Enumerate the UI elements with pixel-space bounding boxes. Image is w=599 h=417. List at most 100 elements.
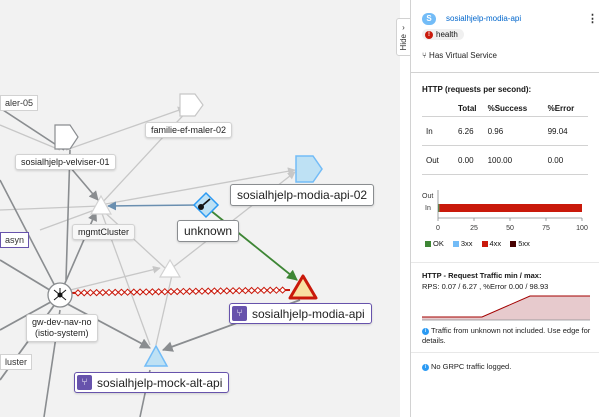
table-row: Out 0.00 100.00 0.00 — [422, 145, 588, 175]
grpc-info-text: No GRPC traffic logged. — [431, 362, 512, 371]
table-header: %Error — [546, 100, 588, 117]
error-particle — [142, 288, 150, 296]
table-header: %Success — [486, 100, 547, 117]
sparkline-area — [422, 296, 590, 320]
health-badge[interactable]: ! health — [422, 29, 464, 40]
bar-tick-label: 25 — [470, 225, 478, 232]
legend-item-5xx: 5xx — [510, 239, 530, 248]
error-particle — [210, 287, 219, 295]
table-header — [422, 100, 457, 117]
error-particle — [241, 286, 250, 295]
error-particle — [154, 288, 163, 296]
node-label-unknown[interactable]: unknown — [177, 220, 240, 242]
table-header: Total — [457, 100, 487, 117]
table-cell: 0.96 — [486, 116, 547, 146]
divider — [411, 262, 599, 263]
error-particle — [235, 286, 243, 295]
error-particle — [136, 288, 144, 296]
virtual-service-label: Has Virtual Service — [429, 51, 497, 60]
panel-title-link[interactable]: sosialhjelp-modia-api — [446, 14, 521, 23]
error-particle — [111, 288, 119, 297]
table-cell: Out — [422, 145, 457, 175]
graph-edges — [0, 93, 323, 417]
error-particle — [86, 288, 95, 297]
http-section-title: HTTP (requests per second): — [422, 85, 532, 94]
legend-swatch — [452, 241, 459, 248]
error-particle — [105, 288, 113, 297]
bar-segment-in-4xx — [439, 204, 582, 212]
bar-tick-label: 0 — [436, 225, 440, 232]
legend-swatch — [425, 241, 431, 248]
error-particle — [198, 287, 206, 295]
famille-node[interactable] — [179, 93, 204, 117]
error-particle — [173, 287, 181, 296]
gateway-label-namespace: (istio-system) — [35, 328, 89, 338]
legend-item-ok: OK — [425, 239, 444, 248]
table-cell: 0.00 — [457, 145, 487, 175]
mgmt-cluster-node[interactable] — [89, 194, 113, 215]
chevron-right-icon: › — [402, 23, 405, 33]
error-particle — [260, 286, 268, 295]
node-label-mgmt-cluster[interactable]: mgmtCluster — [72, 224, 136, 240]
error-particle — [74, 289, 82, 297]
node-label-modia-api[interactable]: ⑂ sosialhjelp-modia-api — [229, 303, 372, 324]
error-particle — [117, 288, 126, 296]
table-header-row: Total %Success %Error — [422, 100, 588, 117]
velviser-node[interactable] — [54, 124, 79, 150]
service-graph[interactable]: aler-05 familie-ef-maler-02 sosialhjelp-… — [0, 0, 400, 417]
node-label-asyn[interactable]: asyn — [0, 232, 30, 248]
health-label: health — [436, 30, 458, 39]
node-label-mock-alt-api[interactable]: ⑂ sosialhjelp-mock-alt-api — [74, 372, 230, 393]
error-particle — [247, 286, 256, 295]
rps-status-bar-chart: Out In 0 25 50 75 100 — [422, 190, 588, 232]
error-particle — [179, 287, 188, 296]
virtual-service-icon: ⑂ — [232, 306, 247, 321]
error-circle-icon: ! — [425, 30, 433, 39]
node-label-cluster[interactable]: luster — [0, 354, 33, 370]
info-icon: i — [422, 327, 429, 335]
bar-tick-label: 50 — [506, 225, 514, 232]
node-label-velviser[interactable]: sosialhjelp-velviser-01 — [15, 154, 116, 170]
kebab-menu-icon[interactable]: ⋮ — [587, 12, 598, 25]
service-badge: S — [422, 13, 436, 25]
bar-row-label: In — [425, 205, 431, 212]
legend-label: 3xx — [460, 239, 473, 248]
modia-api-node[interactable] — [288, 274, 318, 300]
node-label-modia-api-02[interactable]: sosialhjelp-modia-api-02 — [230, 184, 375, 206]
panel-header: S sosialhjelp-modia-api ⋮ ! health ⑂ Has… — [411, 0, 599, 73]
traffic-info-note: i Traffic from unknown not included. Use … — [422, 326, 592, 346]
summary-panel: S sosialhjelp-modia-api ⋮ ! health ⑂ Has… — [410, 0, 599, 417]
table-cell: 99.04 — [546, 116, 588, 146]
error-particle — [99, 288, 107, 297]
gateway-label-name: gw-dev-nav-no — [32, 317, 92, 327]
error-particle — [278, 286, 287, 294]
node-label-famille[interactable]: familie-ef-maler-02 — [145, 122, 233, 138]
error-particle — [161, 287, 169, 296]
hide-panel-tab[interactable]: › Hide — [396, 18, 411, 56]
legend-item-4xx: 4xx — [481, 239, 501, 248]
node-label-maler[interactable]: aler-05 — [0, 95, 39, 111]
hidden-app-node[interactable] — [158, 258, 182, 278]
error-particle — [254, 286, 262, 295]
modia-api-02-node[interactable] — [295, 155, 323, 183]
traffic-sparkline — [422, 295, 590, 321]
legend-label: 5xx — [518, 239, 530, 248]
code-branch-icon: ⑂ — [422, 51, 427, 60]
modia-api-label-text: sosialhjelp-modia-api — [252, 306, 365, 321]
error-particle — [229, 287, 237, 295]
error-particle — [192, 287, 200, 295]
table-cell: 6.26 — [457, 116, 487, 146]
error-traffic-particles — [74, 286, 287, 297]
table-cell: In — [422, 116, 457, 146]
error-particle — [272, 286, 281, 294]
divider — [411, 352, 599, 353]
bar-row-label: Out — [422, 193, 433, 200]
legend-swatch — [510, 241, 517, 248]
error-particle — [223, 287, 231, 295]
error-particle — [80, 289, 88, 297]
node-label-gateway[interactable]: gw-dev-nav-no (istio-system) — [26, 314, 98, 342]
virtual-service-indicator: ⑂ Has Virtual Service — [422, 51, 497, 60]
error-particle — [216, 287, 225, 295]
traffic-info-text: Traffic from unknown not included. Use e… — [422, 326, 591, 345]
table-cell: 100.00 — [486, 145, 547, 175]
